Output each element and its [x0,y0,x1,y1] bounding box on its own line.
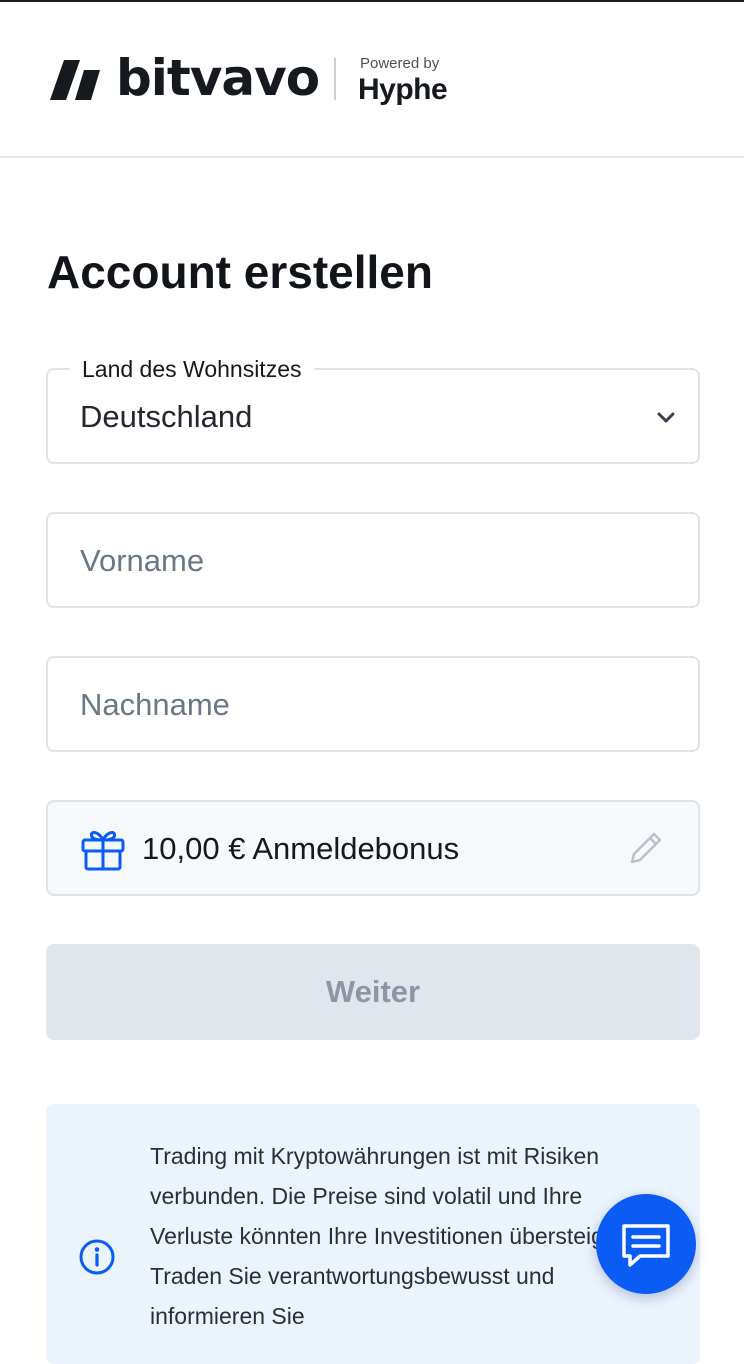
pencil-icon[interactable] [626,828,666,868]
first-name-placeholder: Vorname [80,543,205,578]
powered-by-label: Powered by [360,55,440,72]
chat-button[interactable] [596,1194,696,1294]
disclaimer-text: Trading mit Kryptowährungen ist mit Risi… [150,1143,636,1329]
last-name-field[interactable]: Nachname [46,656,700,752]
logo-divider [334,58,336,100]
first-name-field[interactable]: Vorname [46,512,700,608]
bitvavo-logo-icon [50,60,100,100]
last-name-placeholder: Nachname [80,687,230,722]
country-label: Land des Wohnsitzes [70,354,314,384]
brand-name: bitvavo [116,49,320,107]
country-value: Deutschland [80,399,253,434]
partner-name: Hyphe [358,73,448,106]
bonus-text: 10,00 € Anmeldebonus [142,831,460,866]
chat-icon [622,1224,670,1267]
chevron-down-icon [657,412,675,423]
continue-button[interactable]: Weiter [46,944,700,1040]
country-select[interactable]: Land des Wohnsitzes Deutschland [46,354,700,464]
page-title: Account erstellen [47,246,433,298]
gift-icon [81,831,125,871]
info-icon [79,1239,115,1275]
signup-bonus-field[interactable]: 10,00 € Anmeldebonus [46,800,700,896]
app-header: bitvavo Powered by Hyphe [0,2,744,158]
